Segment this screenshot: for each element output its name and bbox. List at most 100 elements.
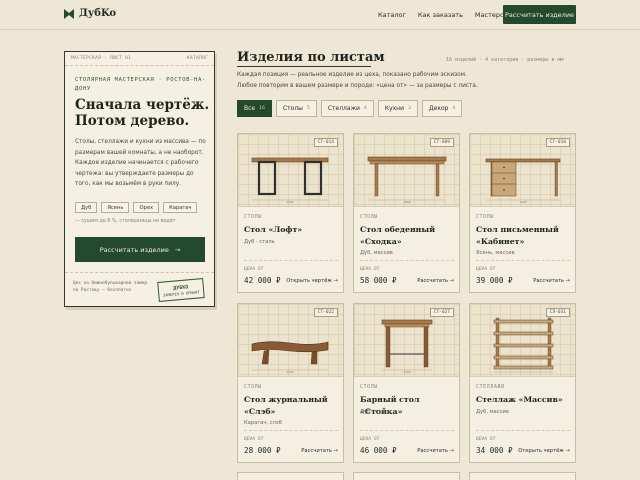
main-nav: Каталог Как заказать Мастерская xyxy=(378,11,515,19)
arrow-right-icon: → xyxy=(565,278,570,284)
filter-kitchens[interactable]: Кухни 3 xyxy=(377,100,418,117)
wood-chip-oak[interactable]: Дуб xyxy=(75,202,98,213)
stamp-caption: ЗАМЕРЕН И ПРИНЯТ xyxy=(162,288,200,298)
brand-name: ДубKo xyxy=(79,8,117,19)
product-sketch: 1800 СТ-009 xyxy=(354,134,459,207)
price-label: ЦЕНА ОТ xyxy=(360,437,380,442)
catalog-title-underline xyxy=(237,66,371,67)
filter-label: Столы xyxy=(282,105,303,112)
product-material: Карагач, слэб xyxy=(244,420,282,426)
calculate-link[interactable]: Рассчитать → xyxy=(417,278,454,284)
product-sketch: 1200 СТ-022 xyxy=(238,304,343,377)
sheet-section: КАТАЛОГ xyxy=(186,56,208,61)
product-category: СТОЛЫ xyxy=(244,385,262,390)
product-card[interactable]: СЛ-031 СТЕЛЛАЖИ Стеллаж «Массив» Дуб, ма… xyxy=(469,303,576,463)
arrow-right-icon: → xyxy=(565,448,570,454)
wood-chip-walnut[interactable]: Орех xyxy=(133,202,160,213)
bowtie-logo-icon xyxy=(64,8,74,19)
product-card[interactable] xyxy=(237,472,344,480)
filter-decor[interactable]: Декор 4 xyxy=(421,100,463,117)
product-material: Ясень, массив xyxy=(476,250,515,256)
product-sketch: 1100 СТ-027 xyxy=(354,304,459,377)
product-sku: СТ-014 xyxy=(313,138,338,147)
product-price: 58 000 ₽ xyxy=(360,276,397,285)
arrow-right-icon: → xyxy=(333,448,338,454)
site-header: ДубKo Каталог Как заказать Мастерская Ра… xyxy=(0,0,640,30)
product-sku: СТ-018 xyxy=(545,138,570,147)
open-drawing-link[interactable]: Открыть чертёж → xyxy=(286,278,338,284)
product-price: 28 000 ₽ xyxy=(244,446,281,455)
product-material: Дуб · сталь xyxy=(244,239,275,245)
product-sku: СТ-022 xyxy=(313,308,338,317)
filter-shelves[interactable]: Стеллажи 4 xyxy=(320,100,374,117)
product-name: Стол «Лофт» xyxy=(244,225,303,234)
logo[interactable]: ДубKo xyxy=(64,8,116,19)
product-card[interactable]: 1100 СТ-027 СТОЛЫ Барный стол «Стойка» Д… xyxy=(353,303,460,463)
wood-chip-elm[interactable]: Карагач xyxy=(163,202,198,213)
filter-count: 4 xyxy=(363,106,367,111)
nav-link-catalog[interactable]: Каталог xyxy=(378,11,406,19)
product-card[interactable]: 1800 СТ-009 СТОЛЫ Стол обеденный «Сходка… xyxy=(353,133,460,293)
filter-count: 16 xyxy=(259,106,265,111)
product-card[interactable] xyxy=(469,472,576,480)
product-material: Дуб, массив xyxy=(360,250,393,256)
product-material: Дуб, массив xyxy=(476,409,509,415)
product-category: СТОЛЫ xyxy=(244,215,262,220)
product-sketch: СЛ-031 xyxy=(470,304,575,377)
arrow-right-icon: → xyxy=(333,278,338,284)
category-filters: Все 16 Столы 5 Стеллажи 4 Кухни 3 Декор … xyxy=(237,100,463,117)
calculate-link[interactable]: Рассчитать → xyxy=(533,278,570,284)
product-divider xyxy=(244,430,338,431)
product-divider xyxy=(476,260,570,261)
product-card[interactable]: 1200 СТ-022 СТОЛЫ Стол журнальный «Слэб»… xyxy=(237,303,344,463)
catalog-title: Изделия по листам xyxy=(237,50,385,65)
hero-description: Столы, стеллажи и кухни из массива — по … xyxy=(75,139,206,187)
svg-text:1100: 1100 xyxy=(403,370,410,374)
action-label: Открыть чертёж xyxy=(286,278,332,284)
svg-text:1400: 1400 xyxy=(519,200,526,204)
product-divider xyxy=(360,260,454,261)
header-calculate-button[interactable]: Рассчитать изделие xyxy=(503,5,576,24)
filter-count: 5 xyxy=(306,106,310,111)
wood-chip-ash[interactable]: Ясень xyxy=(101,202,130,213)
calculate-link[interactable]: Рассчитать → xyxy=(301,448,338,454)
open-drawing-link[interactable]: Открыть чертёж → xyxy=(518,448,570,454)
action-label: Рассчитать xyxy=(417,448,448,454)
product-card[interactable] xyxy=(353,472,460,480)
hero-footer: Цех на Нижнебульварной замер по Ростову … xyxy=(65,272,214,306)
product-card[interactable]: 1400 СТ-018 СТОЛЫ Стол письменный «Кабин… xyxy=(469,133,576,293)
sheet-label: МАСТЕРСКАЯ · ЛИСТ 01 xyxy=(71,56,132,61)
product-divider xyxy=(360,430,454,431)
product-sku: СТ-009 xyxy=(429,138,454,147)
svg-text:1800: 1800 xyxy=(403,200,410,204)
product-name: Стол письменный «Кабинет» xyxy=(476,225,559,246)
product-price: 42 000 ₽ xyxy=(244,276,281,285)
arrow-right-icon: → xyxy=(174,245,181,254)
product-sku: СЛ-031 xyxy=(545,308,570,317)
price-label: ЦЕНА ОТ xyxy=(244,437,264,442)
price-label: ЦЕНА ОТ xyxy=(476,267,496,272)
hero-sheet-header: МАСТЕРСКАЯ · ЛИСТ 01 КАТАЛОГ xyxy=(65,52,214,66)
product-sku: СТ-027 xyxy=(429,308,454,317)
action-label: Рассчитать xyxy=(533,278,564,284)
drying-note: — сушим до 8 %, столешницы не ведёт xyxy=(75,219,176,224)
calculate-link[interactable]: Рассчитать → xyxy=(417,448,454,454)
filter-label: Декор xyxy=(428,105,449,112)
product-price: 46 000 ₽ xyxy=(360,446,397,455)
hero-kicker: СТОЛЯРНАЯ МАСТЕРСКАЯ · РОСТОВ-НА-ДОНУ xyxy=(75,77,206,92)
nav-link-how-to-order[interactable]: Как заказать xyxy=(418,11,463,19)
product-sketch: 1400 СТ-018 xyxy=(470,134,575,207)
filter-label: Кухни xyxy=(384,105,404,112)
wood-chips: Дуб Ясень Орех Карагач xyxy=(75,202,198,213)
product-name: Стол обеденный «Сходка» xyxy=(360,225,435,246)
hero-calculate-button[interactable]: Рассчитать изделие → xyxy=(75,237,205,262)
catalog-subtitle: Каждая позиция — реальное изделие из цех… xyxy=(237,72,478,89)
product-card[interactable]: 1600 СТ-014 СТОЛЫ Стол «Лофт» Дуб · стал… xyxy=(237,133,344,293)
filter-tables[interactable]: Столы 5 xyxy=(275,100,317,117)
workshop-address-note: Цех на Нижнебульварной замер по Ростову … xyxy=(73,281,148,293)
filter-count: 3 xyxy=(408,106,411,111)
filter-count: 4 xyxy=(452,106,456,111)
action-label: Рассчитать xyxy=(301,448,332,454)
catalog-meta: 16 изделий · 4 категории · размеры в мм xyxy=(446,57,564,63)
filter-all[interactable]: Все 16 xyxy=(237,100,272,117)
